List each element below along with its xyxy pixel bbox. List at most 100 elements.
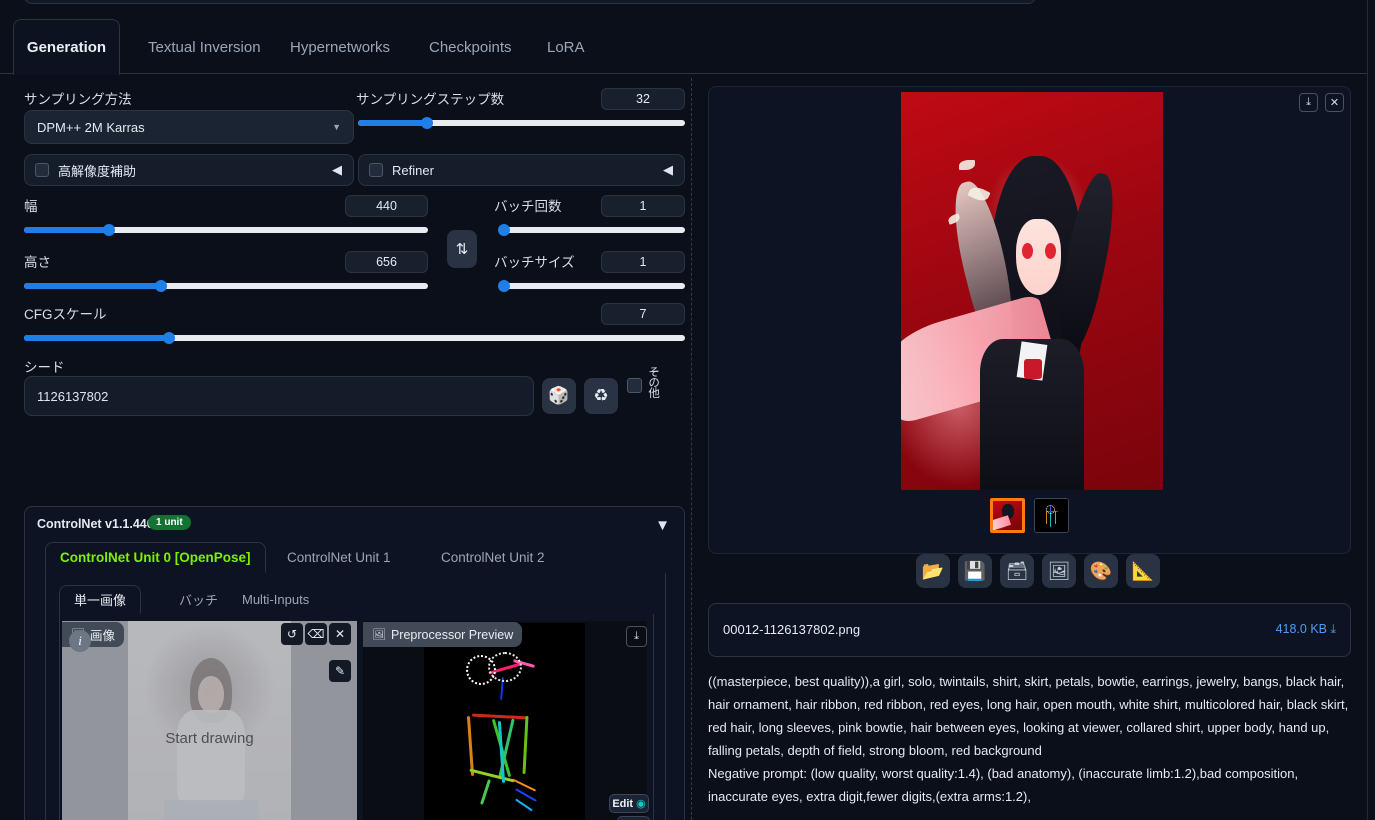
stable-diffusion-webui: ⁄⁄ Generation Textual Inversion Hypernet…	[0, 0, 1375, 820]
tab-checkpoints-label: Checkpoints	[429, 38, 512, 56]
controlnet-unit-2-tab[interactable]: ControlNet Unit 2	[427, 542, 559, 573]
slider-knob[interactable]	[420, 117, 433, 129]
positive-prompt: ((masterpiece, best quality)),a girl, so…	[708, 674, 1349, 758]
refiner-accordion[interactable]: Refiner ◀	[358, 154, 685, 186]
undo-icon[interactable]: ↺	[281, 623, 303, 645]
prompt-textarea[interactable]: ⁄⁄	[24, 0, 1036, 4]
controlnet-collapse-icon[interactable]: ▼	[655, 517, 670, 534]
slider-fill	[24, 283, 162, 289]
slider-knob[interactable]	[497, 224, 510, 236]
width-slider[interactable]	[24, 224, 428, 236]
sampling-method-label: サンプリング方法	[24, 92, 132, 107]
batch-label: バッチ	[179, 593, 219, 608]
face-shape	[1016, 219, 1061, 295]
sampling-steps-label: サンプリングステップ数	[356, 92, 505, 107]
resize-grip-icon[interactable]: ⁄⁄	[1021, 0, 1033, 2]
tab-lora[interactable]: LoRA	[525, 19, 607, 75]
batch-count-slider[interactable]	[497, 224, 685, 236]
width-value[interactable]: 440	[345, 195, 428, 217]
batch-count-label: バッチ回数	[494, 199, 562, 214]
batch-size-value[interactable]: 1	[601, 251, 685, 273]
save-button[interactable]: 💾	[958, 554, 992, 588]
slider-track	[500, 227, 685, 233]
card-file-box-icon: 🗃	[1005, 560, 1029, 581]
extra-seed-label: その他	[647, 366, 660, 398]
refiner-label: Refiner	[392, 162, 434, 178]
file-name[interactable]: 00012-1126137802.png	[723, 622, 860, 637]
slider-knob[interactable]	[163, 332, 176, 344]
slider-knob[interactable]	[497, 280, 510, 292]
sampling-steps-value[interactable]: 32	[601, 88, 685, 110]
hires-fix-checkbox[interactable]	[35, 163, 49, 177]
output-panel: ⤓ ✕ 📂 💾 🗃 🖼 🎨 📐 00012-1126137802.png 418…	[700, 78, 1367, 820]
reuse-seed-button[interactable]: ♻	[584, 378, 618, 414]
start-drawing-hint: Start drawing	[165, 730, 254, 748]
width-label: 幅	[24, 199, 38, 214]
cfg-scale-label: CFGスケール	[24, 307, 107, 322]
info-icon[interactable]: i	[69, 630, 91, 652]
eraser-icon[interactable]: ⌫	[305, 623, 327, 645]
expand-arrow-icon[interactable]: ◀	[663, 162, 673, 178]
gallery-download-button[interactable]: ⤓	[1299, 93, 1318, 112]
slider-knob[interactable]	[102, 224, 115, 236]
sampling-method-dropdown[interactable]: DPM++ 2M Karras ▼	[24, 110, 354, 144]
gallery-toolbar: 📂 💾 🗃 🖼 🎨 📐	[916, 554, 1160, 588]
chevron-down-icon: ▼	[332, 122, 341, 132]
single-image-tab[interactable]: 単一画像	[59, 585, 142, 614]
result-gallery: ⤓ ✕ 📂 💾 🗃 🖼 🎨 📐	[708, 86, 1351, 588]
hires-fix-label: 高解像度補助	[58, 163, 137, 179]
height-value[interactable]: 656	[345, 251, 428, 273]
controlnet-unit-0-tab[interactable]: ControlNet Unit 0 [OpenPose]	[45, 542, 266, 573]
hires-fix-accordion[interactable]: 高解像度補助 ◀	[24, 154, 354, 186]
swap-dimensions-button[interactable]: ⇅	[447, 230, 477, 268]
pen-icon[interactable]: ✎	[329, 660, 351, 682]
multi-inputs-tab[interactable]: Multi-Inputs	[228, 585, 323, 614]
preview-download-button[interactable]: ⤓	[626, 626, 647, 647]
send-to-inpaint-button[interactable]: 🎨	[1084, 554, 1118, 588]
seed-input[interactable]: 1126137802	[24, 376, 534, 416]
openpose-preview-image[interactable]	[424, 623, 585, 820]
gallery-close-button[interactable]: ✕	[1325, 93, 1344, 112]
tab-textual-inversion-label: Textual Inversion	[148, 38, 261, 56]
tab-textual-inversion[interactable]: Textual Inversion	[126, 19, 283, 75]
height-slider[interactable]	[24, 280, 428, 292]
close-icon: ✕	[1329, 97, 1340, 109]
send-to-extras-button[interactable]: 📐	[1126, 554, 1160, 588]
refiner-checkbox[interactable]	[369, 163, 383, 177]
seed-label: シード	[24, 360, 65, 375]
swap-icon: ⇅	[455, 241, 469, 258]
batch-tab[interactable]: バッチ	[165, 585, 232, 614]
tab-hypernetworks[interactable]: Hypernetworks	[268, 19, 412, 75]
slider-knob[interactable]	[155, 280, 168, 292]
controlnet-image-canvas[interactable]: Start drawing	[62, 621, 357, 820]
thumbnail-1[interactable]	[1034, 498, 1069, 533]
sampling-steps-slider[interactable]	[358, 117, 685, 129]
tab-lora-label: LoRA	[547, 38, 585, 56]
batch-size-slider[interactable]	[497, 280, 685, 292]
tab-generation[interactable]: Generation	[13, 19, 120, 75]
open-folder-button[interactable]: 📂	[916, 554, 950, 588]
cfg-scale-value[interactable]: 7	[601, 303, 685, 325]
close-icon[interactable]: ✕	[329, 623, 351, 645]
tab-checkpoints[interactable]: Checkpoints	[407, 19, 534, 75]
expand-arrow-icon[interactable]: ◀	[332, 162, 342, 178]
send-to-img2img-button[interactable]: 🖼	[1042, 554, 1076, 588]
controlnet-unit-1-label: ControlNet Unit 1	[287, 550, 391, 565]
generated-image[interactable]	[901, 92, 1163, 490]
cfg-scale-slider[interactable]	[24, 332, 685, 344]
slider-fill	[358, 120, 427, 126]
preprocessor-preview-tab[interactable]: 🖼 Preprocessor Preview	[363, 622, 523, 647]
eye-left	[1021, 243, 1033, 260]
file-size-download-link[interactable]: 418.0 KB ⤓	[1276, 622, 1336, 637]
page-right-divider	[1367, 0, 1368, 820]
edit-openpose-button[interactable]: Edit ◉	[609, 794, 649, 813]
save-zip-button[interactable]: 🗃	[1000, 554, 1034, 588]
edit-button[interactable]: Edit	[617, 816, 650, 820]
thumbnail-0[interactable]	[990, 498, 1025, 533]
extra-seed-checkbox[interactable]	[627, 378, 642, 393]
random-seed-button[interactable]: 🎲	[542, 378, 576, 414]
controlnet-unit-1-tab[interactable]: ControlNet Unit 1	[273, 542, 405, 573]
batch-count-value[interactable]: 1	[601, 195, 685, 217]
negative-prompt: Negative prompt: (low quality, worst qua…	[708, 766, 1299, 804]
main-tabbar: Generation Textual Inversion Hypernetwor…	[0, 19, 1367, 75]
